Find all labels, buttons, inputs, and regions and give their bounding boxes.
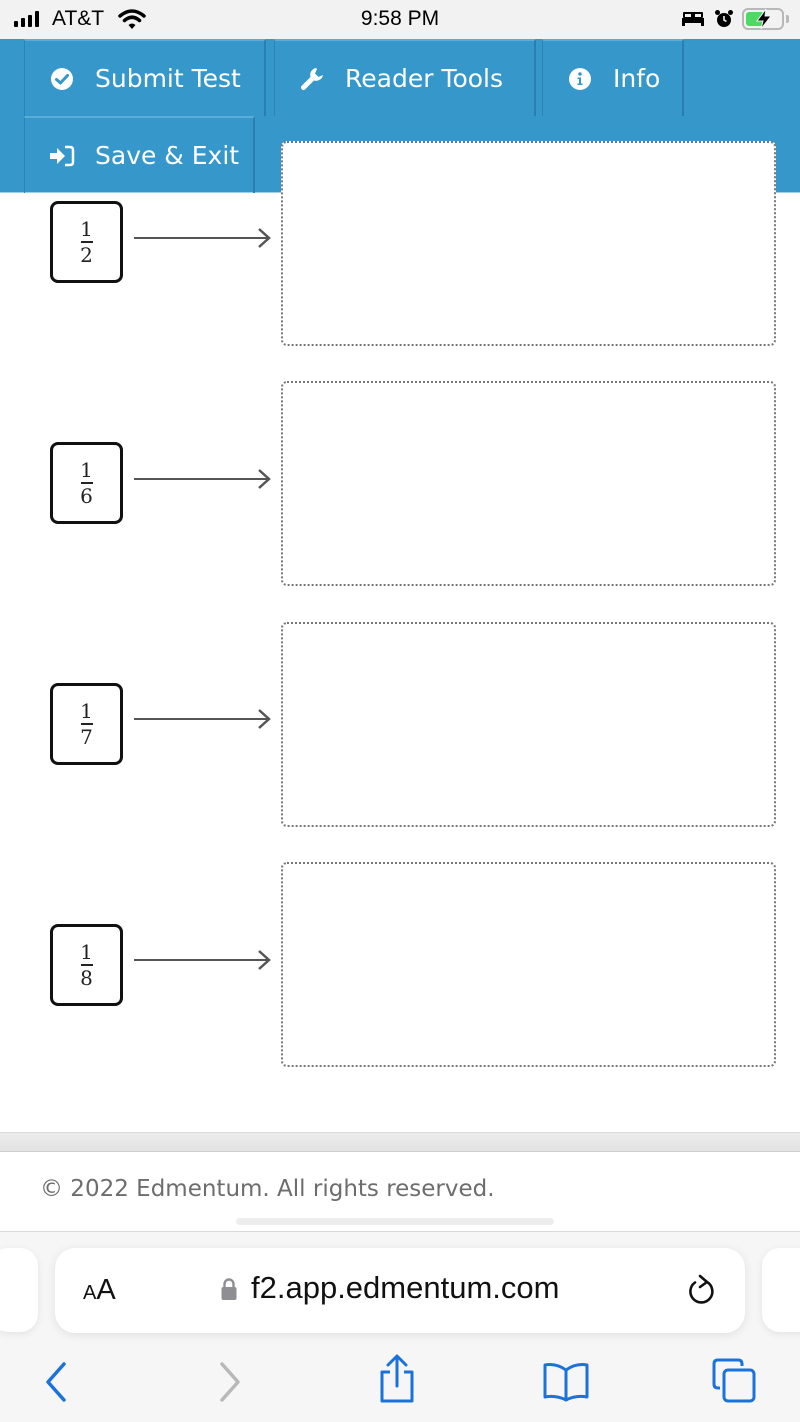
battery-charging-icon — [742, 8, 784, 30]
status-bar: AT&T 9:58 PM — [0, 0, 800, 39]
battery-tip — [786, 15, 789, 23]
fraction-denominator: 8 — [80, 966, 93, 990]
reload-icon[interactable] — [685, 1272, 719, 1310]
fraction-tile[interactable]: 1 8 — [50, 924, 123, 1006]
fraction-denominator: 7 — [80, 725, 93, 749]
lock-icon — [221, 1278, 237, 1300]
forward-icon[interactable] — [218, 1362, 242, 1402]
answer-drop-zone[interactable] — [281, 141, 776, 346]
fraction-tile[interactable]: 1 6 — [50, 442, 123, 524]
reader-tools-label: Reader Tools — [345, 64, 504, 93]
alarm-icon — [715, 10, 733, 27]
answer-drop-zone[interactable] — [281, 381, 776, 586]
footer-divider — [0, 1132, 800, 1152]
fraction-numerator: 1 — [80, 217, 93, 241]
fraction-numerator: 1 — [80, 458, 93, 482]
fraction-numerator: 1 — [80, 699, 93, 723]
copyright-text: © 2022 Edmentum. All rights reserved. — [40, 1176, 495, 1202]
share-icon[interactable] — [376, 1354, 418, 1404]
info-button[interactable]: Info — [542, 39, 684, 116]
info-circle-icon — [567, 66, 593, 92]
sleep-bed-icon — [682, 12, 704, 26]
save-exit-button[interactable]: Save & Exit — [24, 116, 255, 193]
fraction-denominator: 2 — [80, 243, 93, 267]
arrow-right-icon — [134, 469, 271, 489]
bolt-icon — [756, 8, 773, 30]
tabs-icon[interactable] — [712, 1358, 758, 1404]
bookmarks-icon[interactable] — [542, 1362, 590, 1402]
url-text: f2.app.edmentum.com — [251, 1270, 560, 1305]
fraction-numerator: 1 — [80, 940, 93, 964]
address-bar[interactable]: AA f2.app.edmentum.com — [55, 1248, 745, 1333]
answer-drop-zone[interactable] — [281, 622, 776, 827]
back-icon[interactable] — [44, 1362, 68, 1402]
wrench-icon — [299, 66, 325, 92]
next-tab-peek[interactable] — [762, 1248, 800, 1332]
fraction-denominator: 6 — [80, 484, 93, 508]
previous-tab-peek[interactable] — [0, 1248, 38, 1332]
arrow-right-icon — [134, 709, 271, 729]
check-circle-icon — [49, 66, 75, 92]
sign-in-icon — [49, 143, 75, 169]
arrow-right-icon — [134, 950, 271, 970]
clock: 9:58 PM — [360, 7, 440, 30]
fraction-tile[interactable]: 1 2 — [50, 201, 123, 283]
fraction-tile[interactable]: 1 7 — [50, 683, 123, 765]
answer-drop-zone[interactable] — [281, 862, 776, 1067]
arrow-right-icon — [134, 228, 271, 248]
submit-test-button[interactable]: Submit Test — [24, 39, 266, 116]
info-label: Info — [613, 64, 661, 93]
browser-toolbar: AA f2.app.edmentum.com — [0, 1231, 800, 1422]
scroll-indicator — [236, 1218, 554, 1225]
reader-tools-button[interactable]: Reader Tools — [274, 39, 536, 116]
submit-test-label: Submit Test — [95, 64, 241, 93]
save-exit-label: Save & Exit — [95, 141, 240, 170]
text-size-button[interactable]: AA — [83, 1274, 116, 1307]
screen: AT&T 9:58 PM Submit Test Reader Tools In… — [0, 0, 800, 1422]
